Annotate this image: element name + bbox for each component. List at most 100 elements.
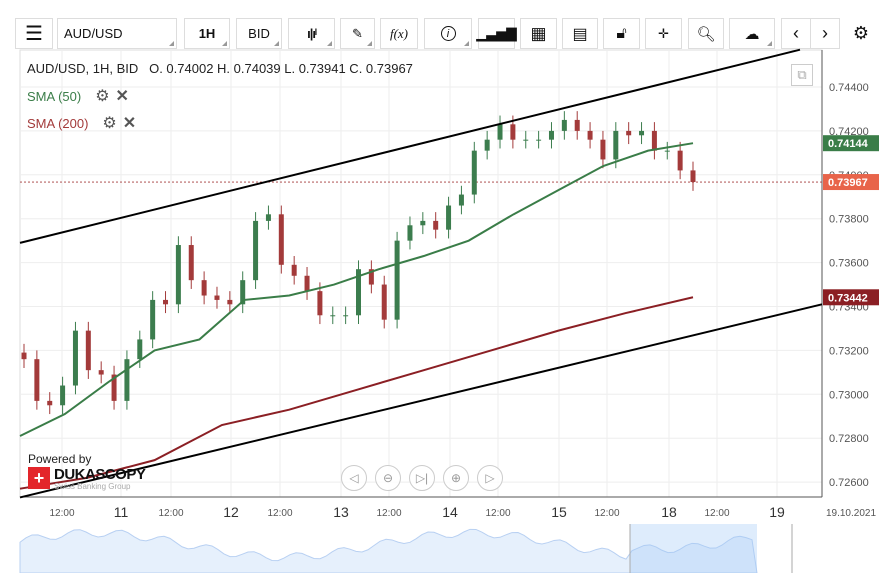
x-axis: 12:00 11 12:00 12 12:00 13 12:00 14 12:00 15 12:00…: [49, 504, 876, 520]
candle-body: [291, 264, 297, 276]
candle-body: [523, 139, 529, 141]
candle-body: [433, 220, 439, 230]
candle-body: [561, 119, 567, 131]
ohlc-legend: AUD/USD, 1H, BID O. 0.74002 H. 0.74039 L…: [27, 61, 413, 76]
y-tick-label: 0.73000: [829, 389, 869, 401]
candle-body: [407, 225, 413, 241]
candle-body: [227, 299, 233, 305]
sma50-value-label: 0.74144: [828, 138, 869, 150]
sma200-label: SMA (200): [27, 116, 89, 131]
zoom-out-button[interactable]: ⊖: [375, 465, 401, 491]
candle-body: [253, 220, 259, 281]
candle-body: [664, 150, 670, 152]
candle-body: [34, 359, 40, 401]
candle-body: [548, 130, 554, 140]
x-tick-label: 12:00: [594, 508, 619, 519]
sma200-legend: SMA (200) ⚙ ✕: [27, 113, 136, 133]
candle-body: [394, 240, 400, 320]
y-axis: 0.744000.742000.740000.738000.736000.734…: [823, 82, 879, 489]
triangle-left-icon: ◁: [349, 471, 359, 485]
x-tick-label: 19: [769, 504, 785, 520]
candle-body: [98, 370, 104, 375]
zoom-out-icon: ⊖: [382, 471, 394, 485]
scroll-left-button[interactable]: ◁: [341, 465, 367, 491]
x-tick-label: 12:00: [376, 508, 401, 519]
candle-body: [124, 359, 130, 401]
plot-area: [19, 49, 823, 498]
candle-body: [626, 130, 632, 136]
y-tick-label: 0.73600: [829, 258, 869, 270]
candle-body: [163, 299, 169, 305]
candle-body: [330, 315, 336, 317]
triangle-right-icon: ▷: [485, 471, 495, 485]
candle-body: [471, 150, 477, 195]
candle-body: [137, 339, 143, 360]
y-tick-label: 0.72600: [829, 477, 869, 489]
candle-body: [343, 315, 349, 317]
candle-body: [651, 130, 657, 151]
candle-body: [690, 170, 696, 183]
price-chart[interactable]: 0.744000.742000.740000.738000.736000.734…: [0, 0, 887, 573]
candle-body: [484, 139, 490, 151]
y-tick-label: 0.74400: [829, 82, 869, 94]
sma50-label: SMA (50): [27, 89, 82, 104]
candle-body: [304, 275, 310, 292]
go-to-end-button[interactable]: ▷|: [409, 465, 435, 491]
x-tick-label: 12:00: [485, 508, 510, 519]
gear-icon[interactable]: ⚙: [95, 88, 109, 105]
y-tick-label: 0.73800: [829, 214, 869, 226]
candle-body: [446, 205, 452, 230]
logo-subtitle: Swiss Banking Group: [54, 482, 131, 491]
popout-button[interactable]: ⧉: [791, 64, 813, 86]
scroll-right-button[interactable]: ▷: [477, 465, 503, 491]
grid: [19, 49, 823, 498]
candle-body: [536, 139, 542, 141]
candle-body: [510, 124, 516, 140]
dukascopy-logo: DUKASCOPY: [54, 466, 146, 483]
x-tick-label: 15: [551, 504, 567, 520]
x-tick-label: 14: [442, 504, 458, 520]
candle-body: [458, 194, 464, 206]
candle-body: [85, 330, 91, 371]
candle-body: [47, 400, 53, 406]
candle-body: [317, 291, 323, 316]
navigator-window: [630, 524, 757, 573]
x-tick-label: 18: [661, 504, 677, 520]
x-tick-label: 12:00: [158, 508, 183, 519]
close-value-label: 0.73967: [828, 177, 868, 189]
skip-end-icon: ▷|: [415, 471, 429, 485]
sma200-value-label: 0.73442: [828, 292, 868, 304]
candle-body: [214, 295, 220, 300]
candle-body: [381, 284, 387, 320]
x-tick-label: 12: [223, 504, 239, 520]
candle-body: [574, 119, 580, 131]
candle-body: [21, 352, 27, 360]
close-icon[interactable]: ✕: [123, 115, 136, 132]
legend-header: AUD/USD, 1H, BID: [27, 61, 139, 76]
candle-body: [188, 245, 194, 281]
y-tick-label: 0.73200: [829, 345, 869, 357]
x-tick-label: 12:00: [49, 508, 74, 519]
candle-body: [201, 280, 207, 296]
powered-by: Powered by: [28, 452, 92, 466]
x-tick-label: 11: [114, 504, 129, 520]
x-tick-label: 19.10.2021: [826, 508, 876, 519]
sma50-legend: SMA (50) ⚙ ✕: [27, 86, 129, 106]
x-tick-label: 12:00: [704, 508, 729, 519]
popout-icon: ⧉: [797, 67, 807, 82]
swiss-cross-icon: +: [28, 467, 50, 489]
candle-body: [600, 139, 606, 160]
candle-body: [150, 299, 156, 340]
close-icon[interactable]: ✕: [116, 88, 129, 105]
candle-body: [175, 245, 181, 305]
candle-body: [587, 130, 593, 140]
candle-body: [639, 130, 645, 136]
gear-icon[interactable]: ⚙: [102, 115, 116, 132]
x-tick-label: 13: [333, 504, 349, 520]
candle-body: [677, 150, 683, 171]
legend-ohlc: O. 0.74002 H. 0.74039 L. 0.73941 C. 0.73…: [149, 61, 413, 76]
x-tick-label: 12:00: [267, 508, 292, 519]
zoom-in-button[interactable]: ⊕: [443, 465, 469, 491]
candle-body: [60, 385, 66, 406]
candle-body: [265, 214, 271, 221]
